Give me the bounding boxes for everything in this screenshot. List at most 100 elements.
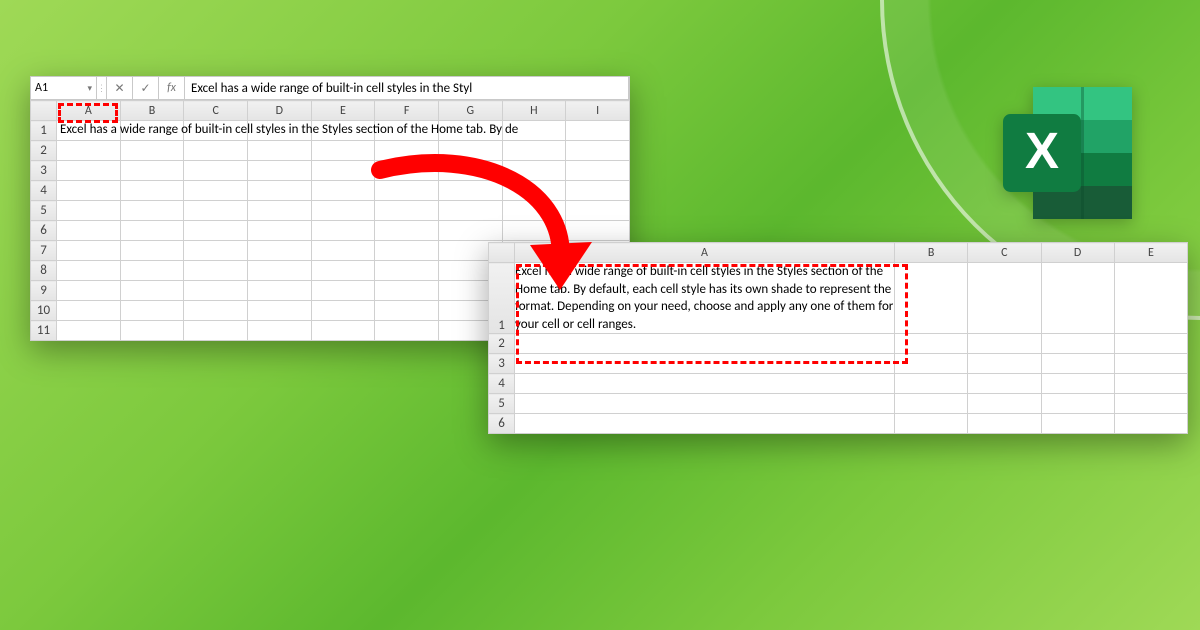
col-header[interactable]: I xyxy=(566,101,630,121)
row-header[interactable]: 1 xyxy=(31,121,57,141)
cell[interactable] xyxy=(895,394,968,414)
cell[interactable] xyxy=(968,414,1041,434)
cell[interactable]: Excel has a wide range of built-in cell … xyxy=(57,121,121,141)
enter-icon[interactable]: ✓ xyxy=(133,77,159,99)
cell[interactable] xyxy=(1114,414,1187,434)
cell[interactable] xyxy=(184,121,248,141)
cell[interactable] xyxy=(1114,374,1187,394)
cell[interactable] xyxy=(566,121,630,141)
cell[interactable] xyxy=(311,121,375,141)
cell[interactable] xyxy=(120,321,184,341)
cell[interactable] xyxy=(120,281,184,301)
cell[interactable] xyxy=(895,354,968,374)
row-header[interactable]: 2 xyxy=(31,141,57,161)
cell[interactable] xyxy=(184,261,248,281)
cell[interactable] xyxy=(247,261,311,281)
cell[interactable] xyxy=(120,221,184,241)
cell[interactable] xyxy=(1114,263,1187,334)
cell[interactable] xyxy=(57,181,121,201)
cell[interactable] xyxy=(120,241,184,261)
cell[interactable] xyxy=(120,261,184,281)
formula-bar-text[interactable]: Excel has a wide range of built-in cell … xyxy=(185,77,629,99)
cell[interactable] xyxy=(247,281,311,301)
row-header[interactable]: 10 xyxy=(31,301,57,321)
cell[interactable] xyxy=(184,181,248,201)
name-box[interactable]: A1 ▾ xyxy=(31,77,97,99)
cell[interactable] xyxy=(57,261,121,281)
cell[interactable] xyxy=(311,141,375,161)
cell[interactable] xyxy=(120,121,184,141)
col-header[interactable]: A xyxy=(57,101,121,121)
row-header[interactable]: 7 xyxy=(31,241,57,261)
cell[interactable] xyxy=(184,321,248,341)
cell[interactable] xyxy=(375,321,439,341)
insert-function-icon[interactable]: fx xyxy=(159,77,185,99)
cell[interactable] xyxy=(120,301,184,321)
cell[interactable] xyxy=(502,141,566,161)
row-header[interactable]: 8 xyxy=(31,261,57,281)
cell[interactable] xyxy=(968,334,1041,354)
cell[interactable] xyxy=(184,161,248,181)
cell[interactable] xyxy=(57,161,121,181)
cell[interactable] xyxy=(1041,374,1114,394)
cell[interactable] xyxy=(247,301,311,321)
cell[interactable] xyxy=(502,121,566,141)
cell[interactable] xyxy=(515,414,895,434)
cell[interactable] xyxy=(895,414,968,434)
cell[interactable] xyxy=(184,241,248,261)
row-header[interactable]: 6 xyxy=(31,221,57,241)
cell[interactable] xyxy=(1114,394,1187,414)
cell[interactable] xyxy=(57,141,121,161)
col-header[interactable]: B xyxy=(120,101,184,121)
row-header[interactable]: 6 xyxy=(489,414,515,434)
col-header[interactable]: E xyxy=(311,101,375,121)
cell[interactable] xyxy=(120,181,184,201)
cell[interactable] xyxy=(57,201,121,221)
cell[interactable] xyxy=(1041,334,1114,354)
row-header[interactable]: 2 xyxy=(489,334,515,354)
row-header[interactable]: 9 xyxy=(31,281,57,301)
cell[interactable] xyxy=(515,354,895,374)
col-header[interactable]: E xyxy=(1114,243,1187,263)
cell[interactable] xyxy=(968,354,1041,374)
cell[interactable] xyxy=(184,201,248,221)
cell[interactable] xyxy=(895,263,968,334)
cell[interactable] xyxy=(184,281,248,301)
col-header[interactable]: B xyxy=(895,243,968,263)
cell[interactable] xyxy=(968,394,1041,414)
cell[interactable] xyxy=(247,141,311,161)
cell[interactable] xyxy=(968,374,1041,394)
row-header[interactable]: 5 xyxy=(489,394,515,414)
cell[interactable] xyxy=(247,241,311,261)
cell[interactable] xyxy=(57,301,121,321)
cell[interactable] xyxy=(120,141,184,161)
cell[interactable] xyxy=(1041,414,1114,434)
col-header[interactable]: F xyxy=(375,101,439,121)
cell[interactable] xyxy=(247,221,311,241)
cell[interactable] xyxy=(57,281,121,301)
cell[interactable] xyxy=(311,321,375,341)
cell[interactable] xyxy=(1041,263,1114,334)
cell[interactable] xyxy=(1041,354,1114,374)
select-all-corner[interactable] xyxy=(31,101,57,121)
cell[interactable] xyxy=(184,301,248,321)
col-header[interactable]: C xyxy=(184,101,248,121)
cell[interactable] xyxy=(566,141,630,161)
cell[interactable] xyxy=(247,321,311,341)
cell[interactable] xyxy=(1114,354,1187,374)
col-header[interactable]: H xyxy=(502,101,566,121)
name-box-dropdown-icon[interactable]: ▾ xyxy=(87,83,92,94)
cell[interactable] xyxy=(247,121,311,141)
col-header[interactable]: G xyxy=(438,101,502,121)
cell[interactable] xyxy=(438,121,502,141)
cell[interactable] xyxy=(1041,394,1114,414)
cell[interactable] xyxy=(57,241,121,261)
cell[interactable] xyxy=(120,161,184,181)
cell[interactable] xyxy=(247,161,311,181)
cell[interactable] xyxy=(515,374,895,394)
cell[interactable] xyxy=(120,201,184,221)
col-header[interactable]: D xyxy=(1041,243,1114,263)
row-header[interactable]: 5 xyxy=(31,201,57,221)
cell[interactable] xyxy=(375,121,439,141)
row-header[interactable]: 11 xyxy=(31,321,57,341)
